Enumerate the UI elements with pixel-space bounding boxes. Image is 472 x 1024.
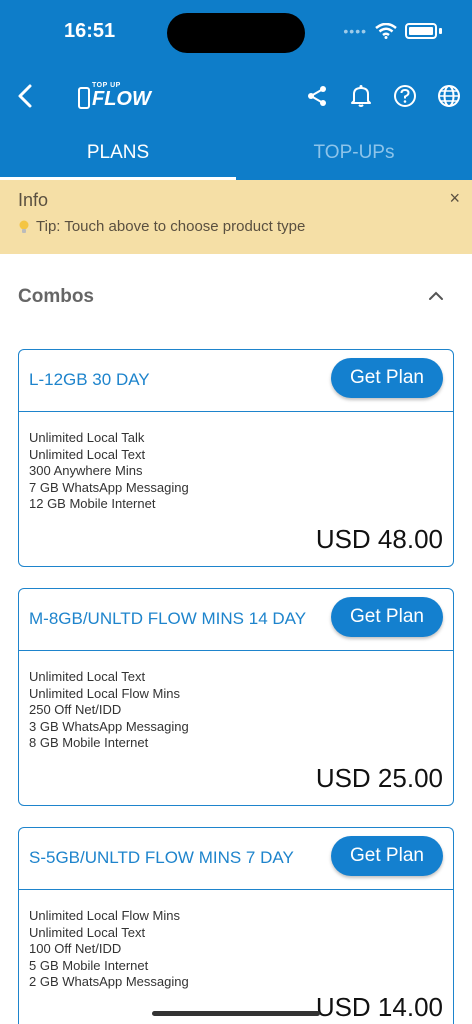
info-banner: Info × Tip: Touch above to choose produc… [0,180,472,254]
plan-feature: 8 GB Mobile Internet [29,735,149,750]
plan-feature: Unlimited Local Text [29,446,146,462]
logo-main-text: FLOW [92,88,151,110]
plan-feature: 7 GB WhatsApp Messaging [29,479,189,495]
dynamic-island [167,13,305,53]
plan-features: Unlimited Local Flow Mins Unlimited Loca… [29,908,189,991]
plan-card: S-5GB/UNLTD FLOW MINS 7 DAY Get Plan Unl… [18,827,454,1024]
app-header: 16:51 •••• TOP UP FLOW PLANS TOP-UPs [0,0,472,180]
plan-feature: Unlimited Local Flow Mins [29,685,180,701]
header-actions [304,82,462,110]
plan-feature: 100 Off Net/IDD [29,941,122,956]
plan-feature: 2 GB WhatsApp Messaging [29,974,189,989]
info-title: Info [18,190,49,210]
plan-price: USD 48.00 [315,524,443,554]
combos-section-header[interactable]: Combos [0,272,472,322]
status-time: 16:51 [64,20,116,42]
plan-price: USD 25.00 [315,763,443,793]
help-icon[interactable] [392,82,418,110]
home-indicator [152,1011,320,1016]
plan-feature: Unlimited Local Text [29,669,146,684]
close-icon[interactable]: × [449,188,460,209]
signal-icon: •••• [343,23,367,39]
get-plan-button[interactable]: Get Plan [331,597,443,637]
lightbulb-icon [19,220,29,233]
plan-feature: 5 GB Mobile Internet [29,957,149,973]
flow-logo: TOP UP FLOW [78,82,151,109]
plan-name: S-5GB/UNLTD FLOW MINS 7 DAY [29,848,294,867]
share-icon[interactable] [304,82,330,110]
info-tip-text: Tip: Touch above to choose product type [36,218,306,235]
product-type-tabs: PLANS TOP-UPs [0,128,472,180]
plan-card-body: Unlimited Local Talk Unlimited Local Tex… [19,412,453,566]
plan-features: Unlimited Local Text Unlimited Local Flo… [29,669,189,752]
plan-feature: 3 GB WhatsApp Messaging [29,718,189,734]
globe-icon[interactable] [436,82,462,110]
battery-icon [405,23,437,39]
get-plan-button[interactable]: Get Plan [331,836,443,876]
plan-card: M-8GB/UNLTD FLOW MINS 14 DAY Get Plan Un… [18,588,454,806]
plan-card-body: Unlimited Local Text Unlimited Local Flo… [19,651,453,805]
phone-icon [78,87,90,109]
plan-card: L-12GB 30 DAY Get Plan Unlimited Local T… [18,349,454,567]
plan-price: USD 14.00 [315,992,443,1022]
info-tip: Tip: Touch above to choose product type [18,218,305,235]
plan-features: Unlimited Local Talk Unlimited Local Tex… [29,430,189,513]
plan-feature: 12 GB Mobile Internet [29,496,156,511]
tab-plans[interactable]: PLANS [0,128,236,180]
plan-feature: Unlimited Local Flow Mins [29,908,180,923]
plan-card-header: S-5GB/UNLTD FLOW MINS 7 DAY Get Plan [19,828,453,890]
plan-feature: 250 Off Net/IDD [29,702,122,717]
get-plan-button[interactable]: Get Plan [331,358,443,398]
tab-top-ups[interactable]: TOP-UPs [236,128,472,180]
plan-card-header: L-12GB 30 DAY Get Plan [19,350,453,412]
wifi-icon [375,23,397,39]
section-title: Combos [18,286,94,307]
plan-name: L-12GB 30 DAY [29,370,150,389]
plan-feature: Unlimited Local Talk [29,430,145,445]
status-icons: •••• [343,23,442,39]
plan-card-header: M-8GB/UNLTD FLOW MINS 14 DAY Get Plan [19,589,453,651]
plan-card-body: Unlimited Local Flow Mins Unlimited Loca… [19,890,453,1024]
bell-icon[interactable] [348,82,374,110]
back-icon[interactable] [14,82,38,110]
chevron-up-icon[interactable] [426,286,446,306]
battery-tip [439,28,442,34]
plan-feature: 300 Anywhere Mins [29,463,143,478]
plan-name: M-8GB/UNLTD FLOW MINS 14 DAY [29,609,307,628]
plan-feature: Unlimited Local Text [29,924,146,940]
